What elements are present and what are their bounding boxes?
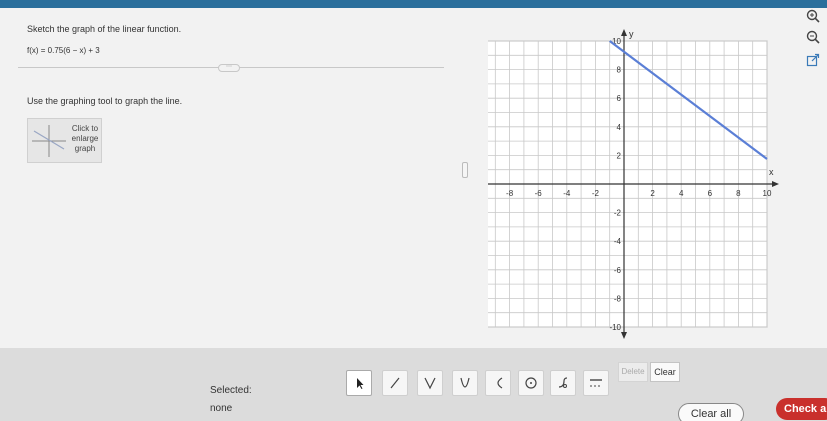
x-tick-label: -8 <box>506 189 514 198</box>
panel-splitter[interactable] <box>462 162 468 178</box>
line-icon <box>390 377 400 389</box>
graph-thumbnail-icon <box>32 125 66 157</box>
parabola-tool-button[interactable] <box>452 370 478 396</box>
y-axis-arrow-up <box>621 29 627 36</box>
y-axis-label: y <box>629 29 634 39</box>
absolute-value-tool-button[interactable] <box>417 370 443 396</box>
zoom-in-icon[interactable] <box>805 8 821 24</box>
check-answer-button[interactable]: Check a <box>776 398 827 420</box>
y-tick-label: 6 <box>617 94 622 103</box>
y-tick-label: -8 <box>614 294 622 303</box>
zoom-out-icon[interactable] <box>805 29 821 45</box>
x-tick-label: 8 <box>736 189 741 198</box>
line-tool-button[interactable] <box>382 370 408 396</box>
divider-handle[interactable]: ⋯ <box>218 64 240 72</box>
enlarge-graph-label: Click to enlarge graph <box>71 124 99 153</box>
circle-tool-button[interactable] <box>518 370 544 396</box>
top-bar <box>0 0 827 8</box>
y-tick-label: -4 <box>614 237 622 246</box>
y-tick-label: 2 <box>617 151 622 160</box>
x-tick-label: -6 <box>535 189 543 198</box>
x-tick-label: -2 <box>592 189 600 198</box>
question-prompt: Sketch the graph of the linear function. <box>27 24 182 34</box>
pointer-icon <box>357 378 364 389</box>
x-axis-label: x <box>769 167 774 177</box>
instruction-text: Use the graphing tool to graph the line. <box>27 96 183 106</box>
x-tick-label: 6 <box>708 189 713 198</box>
selected-label: Selected: <box>210 385 252 396</box>
x-tick-label: 2 <box>650 189 655 198</box>
exponential-tool-button[interactable] <box>550 370 576 396</box>
circle-icon <box>525 377 537 389</box>
open-curve-tool-button[interactable] <box>485 370 511 396</box>
parabola-icon <box>460 377 470 388</box>
absolute-value-icon <box>424 377 436 390</box>
x-axis-arrow-right <box>772 181 779 187</box>
x-tick-label: 10 <box>763 189 772 198</box>
x-tick-label: -4 <box>563 189 571 198</box>
y-tick-label: 4 <box>617 123 622 132</box>
external-link-icon[interactable] <box>805 52 821 68</box>
pointer-tool-button[interactable] <box>346 370 372 396</box>
y-tick-label: -10 <box>609 323 621 332</box>
selected-value: none <box>210 403 233 414</box>
delete-button[interactable]: Delete <box>618 362 648 382</box>
dashed-line-tool-button[interactable] <box>583 370 609 396</box>
y-tick-label: -2 <box>614 209 622 218</box>
exponential-icon <box>558 377 568 388</box>
clear-all-button[interactable]: Clear all <box>678 403 744 421</box>
clear-button[interactable]: Clear <box>650 362 680 382</box>
function-text: f(x) = 0.75(6 − x) + 3 <box>27 46 100 55</box>
y-tick-label: 8 <box>617 66 622 75</box>
y-tick-label: -6 <box>614 266 622 275</box>
open-curve-icon <box>497 377 503 389</box>
enlarge-graph-button[interactable]: Click to enlarge graph <box>27 118 102 163</box>
x-tick-label: 4 <box>679 189 684 198</box>
dashed-line-icon <box>590 379 602 387</box>
y-axis-arrow-down <box>621 332 627 339</box>
coordinate-graph[interactable]: xy-10-8-6-4-2246810108642-2-4-6-8-10 <box>488 10 810 340</box>
